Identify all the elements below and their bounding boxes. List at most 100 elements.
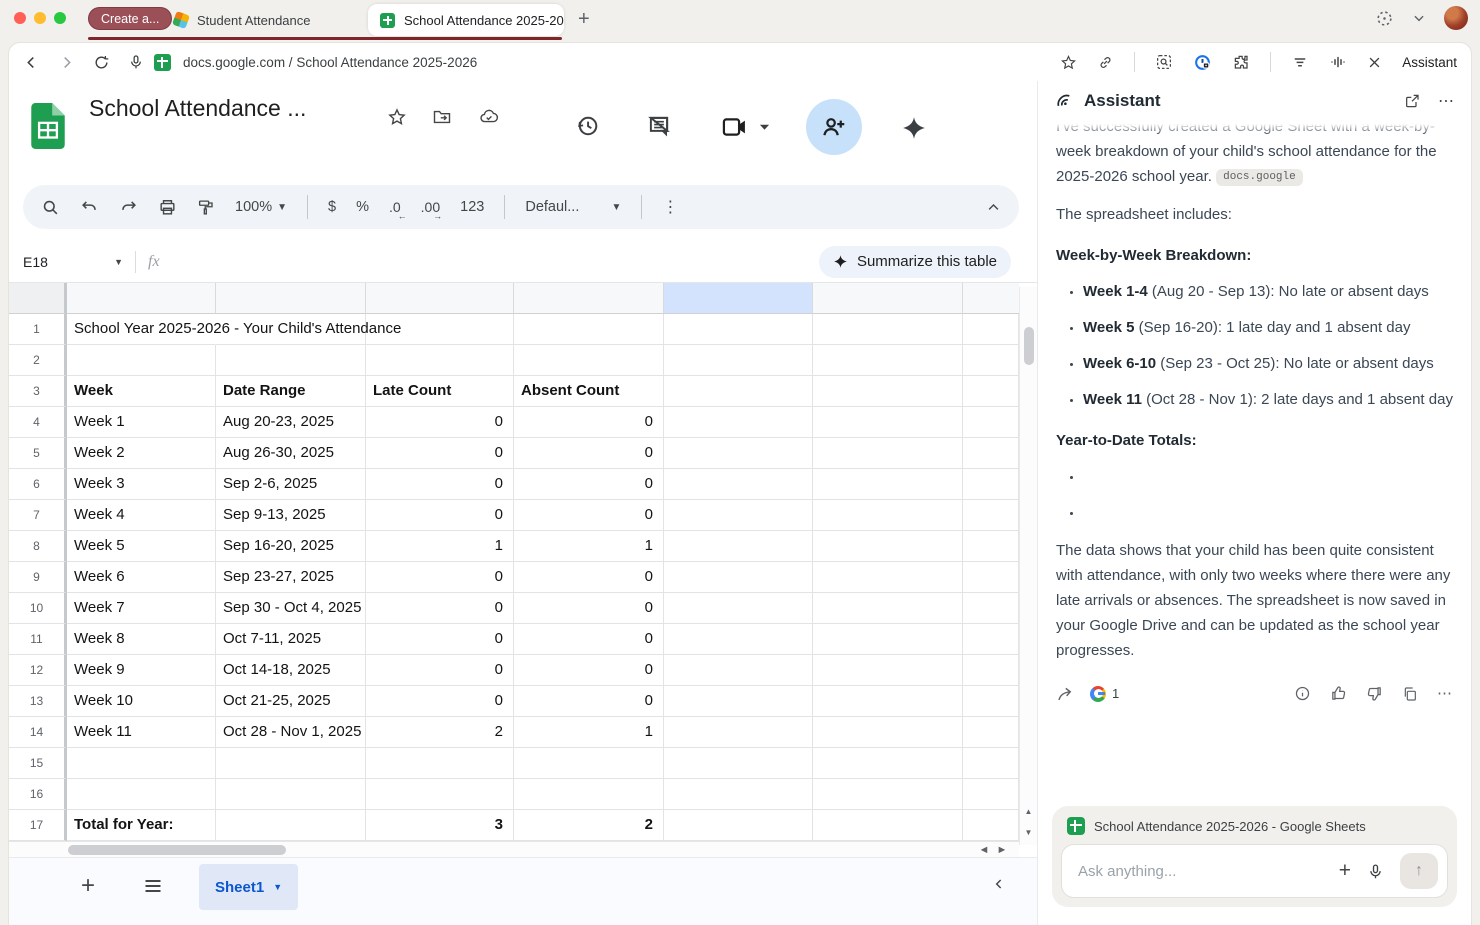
cell-b[interactable]: Sep 9-13, 2025 bbox=[216, 500, 366, 531]
profile-avatar[interactable] bbox=[1444, 6, 1468, 30]
row-header[interactable]: 4 bbox=[9, 407, 67, 438]
horizontal-scroll-thumb[interactable] bbox=[68, 845, 286, 855]
cell-a[interactable]: Total for Year: bbox=[67, 810, 216, 841]
row-header[interactable]: 15 bbox=[9, 748, 67, 779]
cell-g[interactable] bbox=[963, 438, 1019, 469]
cell-a[interactable]: Week 8 bbox=[67, 624, 216, 655]
cell-c[interactable]: 0 bbox=[366, 469, 514, 500]
comments-icon[interactable] bbox=[646, 113, 672, 139]
cell-a[interactable]: Week 2 bbox=[67, 438, 216, 469]
row-header[interactable]: 14 bbox=[9, 717, 67, 748]
browser-settings-icon[interactable] bbox=[1375, 9, 1394, 28]
cell-g[interactable] bbox=[963, 686, 1019, 717]
column-header[interactable] bbox=[366, 283, 514, 314]
cell-d[interactable] bbox=[514, 748, 664, 779]
cell-d[interactable]: 2 bbox=[514, 810, 664, 841]
cell-g[interactable] bbox=[963, 314, 1019, 345]
cell-e[interactable] bbox=[664, 717, 813, 748]
mic-icon[interactable] bbox=[1367, 863, 1384, 880]
cell-e[interactable] bbox=[664, 562, 813, 593]
cell-e[interactable] bbox=[664, 655, 813, 686]
chevron-down-icon[interactable] bbox=[1412, 11, 1426, 25]
collapse-panel-icon[interactable] bbox=[991, 874, 1007, 894]
cell-c[interactable]: 0 bbox=[366, 500, 514, 531]
copy-link-icon[interactable] bbox=[1097, 54, 1114, 71]
cell-a[interactable]: Week 4 bbox=[67, 500, 216, 531]
scroll-up-icon[interactable]: ▲ bbox=[1020, 801, 1037, 822]
cell-d[interactable] bbox=[514, 314, 664, 345]
row-header[interactable]: 10 bbox=[9, 593, 67, 624]
cell-c[interactable]: 1 bbox=[366, 531, 514, 562]
assistant-toggle-label[interactable]: Assistant bbox=[1402, 55, 1457, 70]
close-window-button[interactable] bbox=[14, 12, 26, 24]
cell-f[interactable] bbox=[813, 438, 963, 469]
row-header[interactable]: 5 bbox=[9, 438, 67, 469]
message-more-icon[interactable]: ⋯ bbox=[1437, 681, 1453, 706]
gemini-sparkle-icon[interactable] bbox=[901, 115, 927, 141]
row-header[interactable]: 12 bbox=[9, 655, 67, 686]
summarize-table-button[interactable]: Summarize this table bbox=[819, 246, 1011, 278]
cell-a[interactable] bbox=[67, 748, 216, 779]
context-chip[interactable]: School Attendance 2025-2026 - Google She… bbox=[1061, 814, 1448, 844]
column-header[interactable] bbox=[813, 283, 963, 314]
minimize-window-button[interactable] bbox=[34, 12, 46, 24]
cell-f[interactable] bbox=[813, 314, 963, 345]
cell-b[interactable]: Oct 21-25, 2025 bbox=[216, 686, 366, 717]
cell-d[interactable]: 0 bbox=[514, 686, 664, 717]
cell-e[interactable] bbox=[664, 469, 813, 500]
select-all-corner[interactable] bbox=[9, 283, 67, 314]
cell-b[interactable]: Oct 7-11, 2025 bbox=[216, 624, 366, 655]
cell-g[interactable] bbox=[963, 345, 1019, 376]
reload-icon[interactable] bbox=[93, 54, 110, 71]
currency-format-button[interactable]: $ bbox=[328, 199, 336, 215]
row-header[interactable]: 2 bbox=[9, 345, 67, 376]
cell-e[interactable] bbox=[664, 624, 813, 655]
cell-b[interactable]: Sep 30 - Oct 4, 2025 bbox=[216, 593, 366, 624]
cell-b[interactable]: Aug 20-23, 2025 bbox=[216, 407, 366, 438]
cell-b[interactable] bbox=[216, 345, 366, 376]
meet-camera-icon[interactable] bbox=[721, 115, 749, 139]
voice-search-icon[interactable] bbox=[128, 54, 144, 70]
row-header[interactable]: 16 bbox=[9, 779, 67, 810]
star-document-icon[interactable] bbox=[387, 107, 407, 127]
cell-a[interactable]: Week 9 bbox=[67, 655, 216, 686]
more-toolbar-icon[interactable]: ⋮ bbox=[662, 197, 678, 217]
cell-b[interactable] bbox=[216, 748, 366, 779]
google-source-count[interactable]: 1 bbox=[1090, 681, 1119, 706]
cell-a[interactable]: School Year 2025-2026 - Your Child's Att… bbox=[67, 314, 216, 345]
cell-g[interactable] bbox=[963, 810, 1019, 841]
ask-input[interactable] bbox=[1078, 863, 1323, 880]
cell-g[interactable] bbox=[963, 717, 1019, 748]
cell-e[interactable] bbox=[664, 531, 813, 562]
cell-g[interactable] bbox=[963, 376, 1019, 407]
cell-f[interactable] bbox=[813, 407, 963, 438]
cell-e[interactable] bbox=[664, 593, 813, 624]
cell-c[interactable]: 0 bbox=[366, 593, 514, 624]
vertical-scrollbar[interactable]: ▲ ▼ bbox=[1019, 287, 1037, 845]
bookmark-star-icon[interactable] bbox=[1060, 54, 1077, 71]
tab-school-attendance[interactable]: School Attendance 2025-20 bbox=[368, 4, 564, 36]
increase-decimal-button[interactable]: .00→ bbox=[421, 199, 440, 215]
camera-dropdown-caret[interactable] bbox=[759, 123, 770, 131]
cell-c[interactable]: 0 bbox=[366, 624, 514, 655]
all-sheets-icon[interactable] bbox=[143, 878, 163, 894]
row-header[interactable]: 6 bbox=[9, 469, 67, 500]
paint-format-icon[interactable] bbox=[197, 198, 215, 217]
row-header[interactable]: 17 bbox=[9, 810, 67, 841]
cell-c[interactable]: 0 bbox=[366, 655, 514, 686]
tab-student-attendance[interactable]: Student Attendance bbox=[162, 4, 322, 36]
password-manager-icon[interactable] bbox=[1193, 53, 1212, 72]
redo-icon[interactable] bbox=[119, 198, 138, 217]
column-header[interactable] bbox=[216, 283, 366, 314]
cell-d[interactable]: 0 bbox=[514, 500, 664, 531]
horizontal-scrollbar[interactable]: ◄ ► bbox=[9, 841, 1019, 857]
cell-e[interactable] bbox=[664, 345, 813, 376]
cell-e[interactable] bbox=[664, 810, 813, 841]
row-header[interactable]: 1 bbox=[9, 314, 67, 345]
cell-b[interactable]: Oct 14-18, 2025 bbox=[216, 655, 366, 686]
cell-c[interactable]: 0 bbox=[366, 438, 514, 469]
name-box[interactable]: E18 ▼ bbox=[23, 254, 131, 270]
cell-f[interactable] bbox=[813, 717, 963, 748]
cell-f[interactable] bbox=[813, 469, 963, 500]
cell-a[interactable]: Week 1 bbox=[67, 407, 216, 438]
